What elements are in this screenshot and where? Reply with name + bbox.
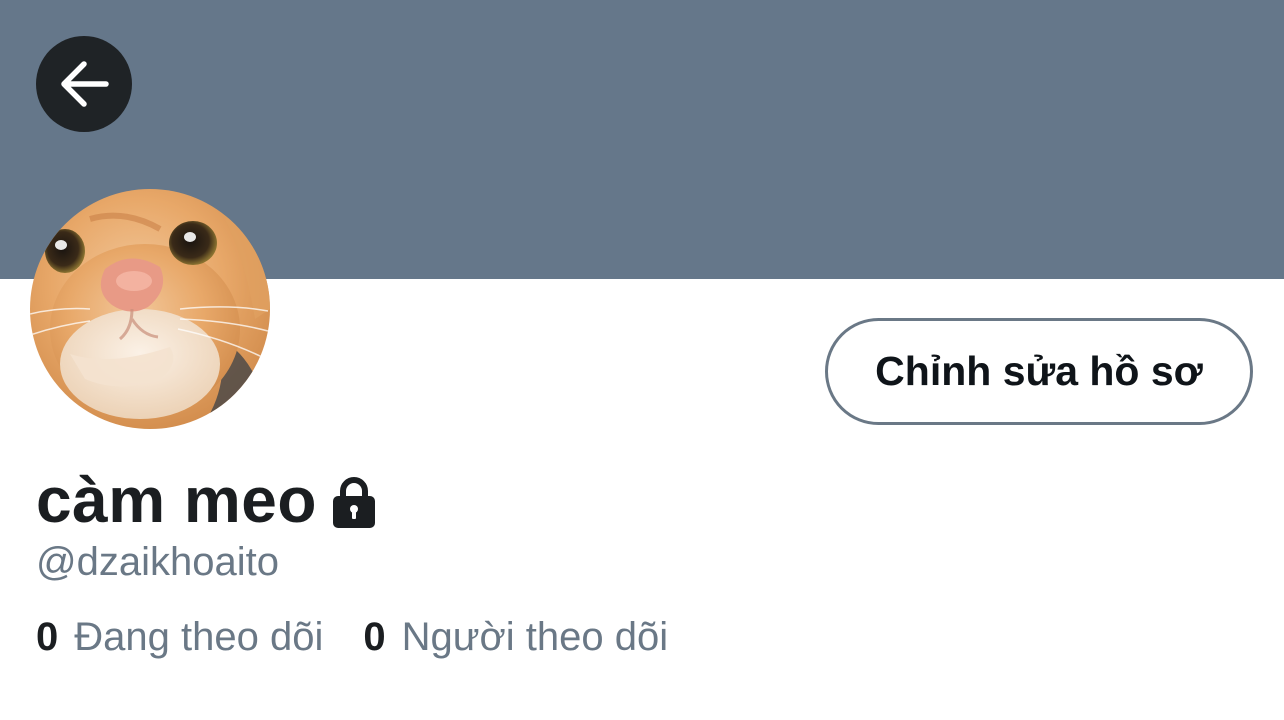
back-button[interactable] xyxy=(36,36,132,132)
edit-profile-button[interactable]: Chỉnh sửa hồ sơ xyxy=(825,318,1253,425)
following-count: 0 xyxy=(36,615,59,659)
arrow-left-icon xyxy=(58,58,110,110)
follow-stats: 0 Đang theo dõi 0 Người theo dõi xyxy=(36,611,668,663)
profile-avatar[interactable] xyxy=(30,189,270,429)
name-row: càm meo xyxy=(36,462,377,538)
profile-page: Chỉnh sửa hồ sơ càm meo @dzaikhoaito 0 Đ… xyxy=(0,0,1284,720)
following-stat[interactable]: 0 Đang theo dõi xyxy=(36,611,323,663)
lock-icon xyxy=(331,476,377,530)
followers-stat[interactable]: 0 Người theo dõi xyxy=(363,611,668,663)
user-handle: @dzaikhoaito xyxy=(36,540,279,584)
followers-count: 0 xyxy=(363,615,386,659)
following-label: Đang theo dõi xyxy=(74,615,324,659)
edit-profile-label: Chỉnh sửa hồ sơ xyxy=(875,348,1203,394)
display-name: càm meo xyxy=(36,464,317,536)
followers-label: Người theo dõi xyxy=(401,615,669,659)
